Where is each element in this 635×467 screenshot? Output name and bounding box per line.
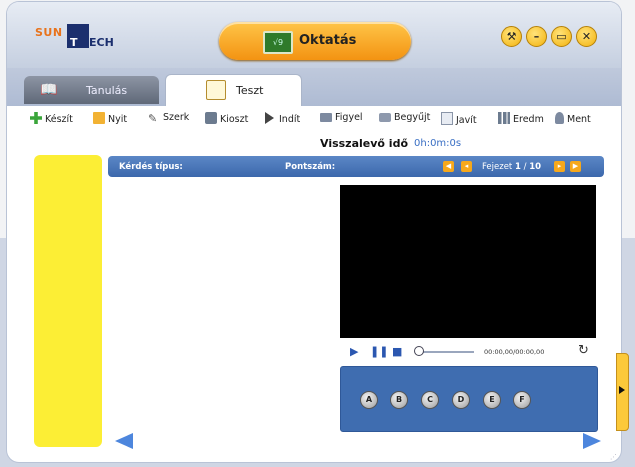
toolbar-javit-label: Javít (456, 115, 477, 126)
toolbar-keszit-label: Készít (45, 114, 73, 125)
question-list-panel[interactable] (34, 155, 102, 447)
bus-icon (205, 112, 217, 124)
score-label: Pontszám: (285, 162, 336, 172)
pause-icon[interactable]: ❚❚ (370, 345, 388, 358)
logo-ech-text: ECH (89, 36, 114, 49)
chapter-label: Fejezet (482, 162, 513, 172)
book-icon: 📖 (40, 82, 58, 98)
tab-teszt-label: Teszt (236, 84, 264, 97)
app-title-badge: √9 Oktatás (219, 22, 411, 60)
question-type-label: Kérdés típus: (119, 162, 183, 172)
folder-icon (93, 112, 105, 124)
monitor-icon (320, 113, 332, 122)
toolbar-keszit-button[interactable]: Készít (30, 112, 73, 128)
checklist-icon (441, 112, 453, 125)
last-chapter-icon[interactable]: ▶ (570, 161, 581, 172)
tray-icon (379, 113, 391, 122)
answer-e-button[interactable]: E (483, 391, 501, 409)
side-expand-tab[interactable] (616, 353, 629, 431)
toolbar-nyit-label: Nyit (108, 114, 128, 125)
toolbar-eredm-button[interactable]: Eredm (498, 112, 544, 128)
question-header-bar: Kérdés típus: Pontszám: ◀ ◂ Fejezet 1 / … (108, 156, 604, 177)
expand-arrow-icon (619, 386, 625, 394)
toolbar-indit-label: Indít (279, 114, 301, 125)
save-icon (555, 112, 564, 124)
toolbar-eredm-label: Eredm (513, 114, 544, 125)
close-button[interactable]: ✕ (576, 26, 597, 47)
toolbar-kioszt-button[interactable]: Kioszt (205, 112, 248, 128)
chart-icon (498, 112, 510, 124)
toolbar-begyujt-label: Begyűjt (394, 112, 431, 123)
toolbar-kioszt-label: Kioszt (220, 114, 249, 125)
timer-label: Visszalevő idő (320, 137, 408, 150)
suntech-logo: SUN T ECH (31, 24, 114, 50)
toolbar-szerk-button[interactable]: ✎ Szerk (148, 112, 189, 128)
prev-question-arrow-icon[interactable] (115, 433, 133, 449)
chapter-indicator: Fejezet 1 / 10 (482, 162, 541, 172)
app-title: Oktatás (299, 33, 357, 48)
logo-sun-text: SUN (35, 26, 63, 39)
seek-handle[interactable] (414, 346, 424, 356)
toolbar-szerk-label: Szerk (163, 112, 190, 123)
toolbar-ment-button[interactable]: Ment (555, 112, 591, 128)
toolbar-javit-button[interactable]: Javít (441, 112, 477, 128)
tab-tanulas-label: Tanulás (86, 84, 128, 97)
toolbar-figyel-button[interactable]: Figyel (320, 112, 363, 128)
stop-icon[interactable]: ■ (392, 345, 402, 358)
settings-icon[interactable]: ⚒ (501, 26, 522, 47)
answer-d-button[interactable]: D (452, 391, 470, 409)
next-chapter-icon[interactable]: ▸ (554, 161, 565, 172)
next-question-arrow-icon[interactable] (583, 433, 601, 449)
minimize-button[interactable]: – (526, 26, 547, 47)
logo-t-text: T (70, 36, 79, 49)
pencil-icon: ✎ (148, 112, 158, 125)
answer-panel: A B C D E F (340, 366, 598, 432)
play-icon[interactable]: ▶ (350, 345, 358, 358)
title-bar: SUN T ECH √9 Oktatás ⚒ – ▭ ✕ (7, 2, 621, 68)
video-time: 00:00,00/00:00,00 (484, 348, 545, 356)
answer-a-button[interactable]: A (360, 391, 378, 409)
answer-b-button[interactable]: B (390, 391, 408, 409)
chapter-current: 1 (514, 162, 521, 172)
answer-f-button[interactable]: F (513, 391, 531, 409)
timer-value: 0h:0m:0s (414, 138, 462, 149)
play-icon (265, 112, 274, 124)
first-chapter-icon[interactable]: ◀ (443, 161, 454, 172)
toolbar-begyujt-button[interactable]: Begyűjt (379, 112, 430, 128)
chapter-total: 10 (529, 162, 542, 172)
blackboard-icon: √9 (263, 31, 293, 54)
chapter-sep: / (523, 162, 527, 172)
answer-c-button[interactable]: C (421, 391, 439, 409)
seek-track[interactable] (420, 351, 474, 353)
video-player[interactable] (340, 185, 596, 338)
restore-button[interactable]: ▭ (551, 26, 572, 47)
notepad-icon (206, 80, 226, 100)
resize-grip-icon[interactable]: ⋰ (610, 453, 617, 461)
tab-teszt[interactable]: Teszt (165, 74, 302, 107)
app-window: SUN T ECH √9 Oktatás ⚒ – ▭ ✕ 📖 Tanulás T… (7, 2, 621, 462)
video-controls: ▶ ❚❚ ■ 00:00,00/00:00,00 ↻ (340, 342, 596, 362)
toolbar-nyit-button[interactable]: Nyit (93, 112, 127, 128)
plus-icon (30, 112, 42, 124)
toolbar-ment-label: Ment (567, 114, 591, 125)
toolbar-figyel-label: Figyel (335, 112, 363, 123)
tab-tanulas[interactable]: 📖 Tanulás (24, 76, 159, 104)
toolbar: Készít Nyit ✎ Szerk Kioszt Indít Figyel B… (7, 106, 621, 132)
prev-chapter-icon[interactable]: ◂ (461, 161, 472, 172)
refresh-icon[interactable]: ↻ (578, 343, 589, 358)
toolbar-indit-button[interactable]: Indít (265, 112, 300, 128)
